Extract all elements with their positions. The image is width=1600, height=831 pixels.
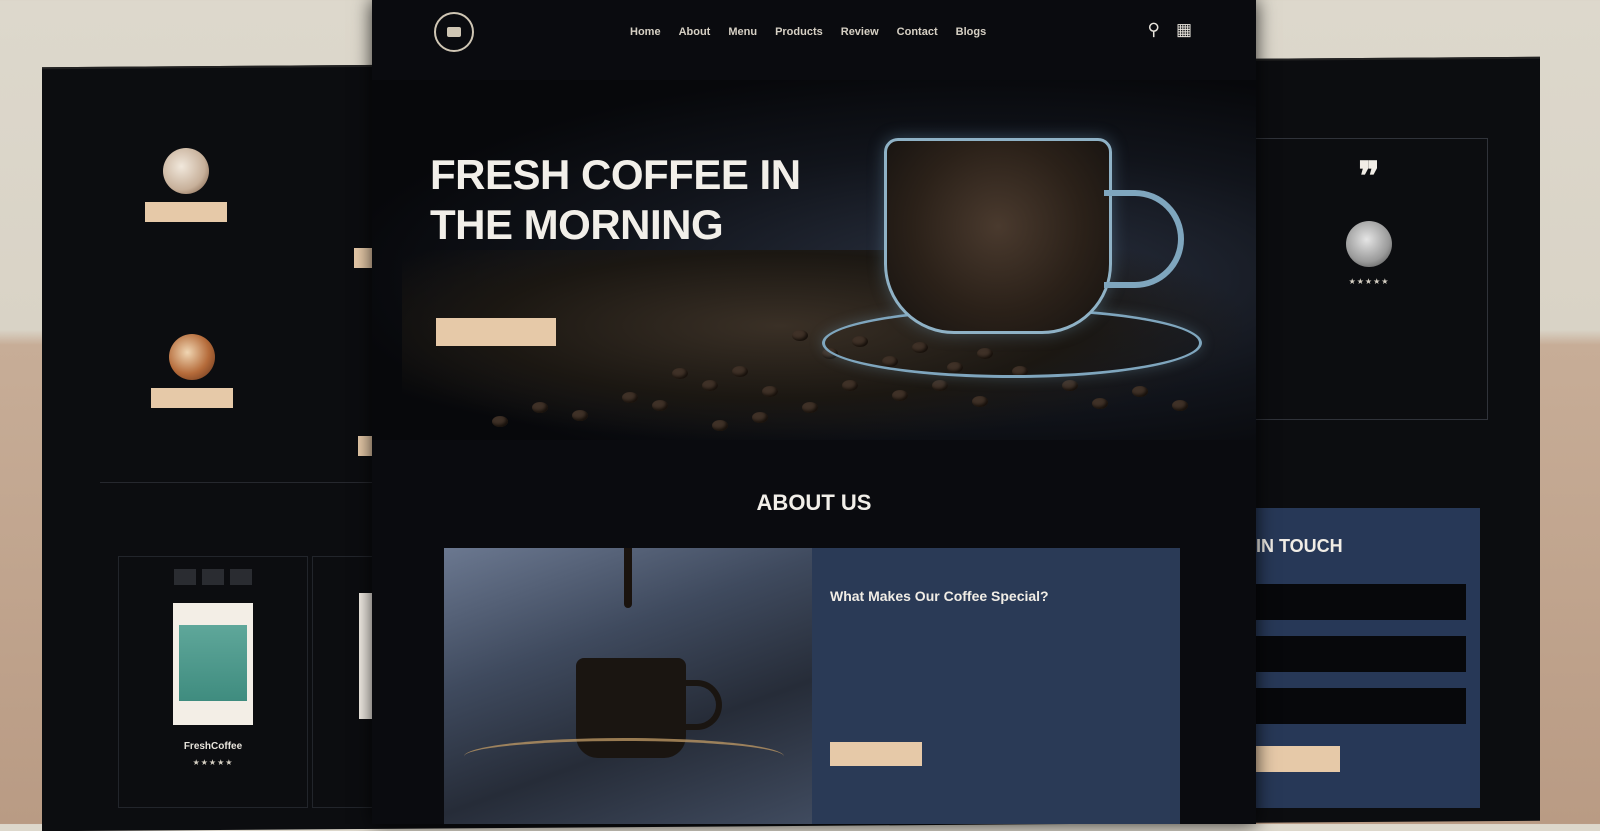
- menu-item-image: [169, 334, 215, 380]
- navbar: Home About Menu Products Review Contact …: [372, 0, 1256, 70]
- reviewer-avatar: [1346, 221, 1392, 267]
- coffee-bean: [492, 416, 508, 427]
- nav-products[interactable]: Products: [775, 26, 823, 38]
- about-subtitle: What Makes Our Coffee Special?: [830, 588, 1049, 604]
- coffee-bean: [622, 392, 638, 403]
- review-card: ❞ ★★★★★: [1250, 138, 1488, 420]
- cart-icon[interactable]: ▦: [1176, 20, 1192, 40]
- coffee-bean: [1062, 380, 1078, 391]
- contact-phone-field[interactable]: [1256, 688, 1466, 724]
- coffee-bean: [712, 420, 728, 431]
- about-title: ABOUT US: [756, 490, 872, 515]
- main-page: Home About Menu Products Review Contact …: [372, 0, 1256, 824]
- coffee-bean: [762, 386, 778, 397]
- nav-menu-link[interactable]: Menu: [728, 26, 757, 38]
- coffee-bean: [572, 410, 588, 421]
- contact-submit-button[interactable]: [1256, 746, 1340, 772]
- coffee-bean: [1132, 386, 1148, 397]
- coffee-bean: [532, 402, 548, 413]
- menu-item-image: [163, 148, 209, 194]
- about-button[interactable]: [830, 742, 922, 766]
- product-image: [173, 603, 253, 725]
- product-card-partial: [312, 556, 374, 808]
- logo[interactable]: [434, 12, 474, 52]
- hero-title: FRESH COFFEE IN THE MORNING: [430, 151, 801, 248]
- about-panel: What Makes Our Coffee Special?: [812, 548, 1180, 824]
- product-image-partial: [359, 593, 373, 719]
- menu-item-card: [102, 334, 282, 408]
- nav-contact[interactable]: Contact: [897, 26, 938, 38]
- coffee-bean: [842, 380, 858, 391]
- coffee-bean: [802, 402, 818, 413]
- coffee-bean: [972, 396, 988, 407]
- contact-name-field[interactable]: [1256, 584, 1466, 620]
- nav-icons: ⚲ ▦: [1147, 20, 1192, 40]
- nav-home[interactable]: Home: [630, 26, 661, 38]
- contact-email-field[interactable]: [1256, 636, 1466, 672]
- hero-section: FRESH COFFEE IN THE MORNING: [372, 80, 1256, 440]
- menu-item-card: [96, 148, 276, 222]
- coffee-bean: [672, 368, 688, 379]
- coffee-bean: [732, 366, 748, 377]
- coffee-cup-handle: [682, 680, 722, 730]
- menu-add-button-partial[interactable]: [354, 248, 372, 268]
- coffee-bean: [652, 400, 668, 411]
- quote-icon: ❞: [1358, 155, 1380, 199]
- coffee-drip: [624, 548, 632, 608]
- product-size-tab[interactable]: [202, 569, 224, 585]
- coffee-splash: [464, 738, 784, 775]
- contact-section: IN TOUCH: [1256, 508, 1480, 808]
- search-icon[interactable]: ⚲: [1147, 20, 1159, 40]
- coffee-cup-image: [884, 138, 1112, 334]
- menu-add-button[interactable]: [151, 388, 233, 408]
- coffee-bean: [792, 330, 808, 341]
- product-rating: ★★★★★: [192, 758, 234, 767]
- contact-title: IN TOUCH: [1256, 536, 1343, 556]
- product-size-tab[interactable]: [230, 569, 252, 585]
- nav-review[interactable]: Review: [841, 26, 879, 38]
- hero-button[interactable]: [436, 318, 556, 346]
- nav-blogs[interactable]: Blogs: [956, 26, 987, 38]
- nav-menu: Home About Menu Products Review Contact …: [630, 26, 986, 38]
- coffee-bean: [892, 390, 908, 401]
- coffee-bean: [932, 380, 948, 391]
- product-size-tabs: [119, 569, 307, 585]
- product-card: FreshCoffee ★★★★★: [118, 556, 308, 808]
- product-name: FreshCoffee: [183, 741, 243, 752]
- coffee-bean: [752, 412, 768, 423]
- product-size-tab[interactable]: [174, 569, 196, 585]
- coffee-bean: [1092, 398, 1108, 409]
- coffee-bean: [1172, 400, 1188, 411]
- about-image: [444, 548, 812, 824]
- review-rating: ★★★★★: [1348, 277, 1390, 286]
- coffee-bean: [702, 380, 718, 391]
- nav-about[interactable]: About: [679, 26, 711, 38]
- section-divider: [100, 482, 372, 483]
- menu-add-button[interactable]: [145, 202, 227, 222]
